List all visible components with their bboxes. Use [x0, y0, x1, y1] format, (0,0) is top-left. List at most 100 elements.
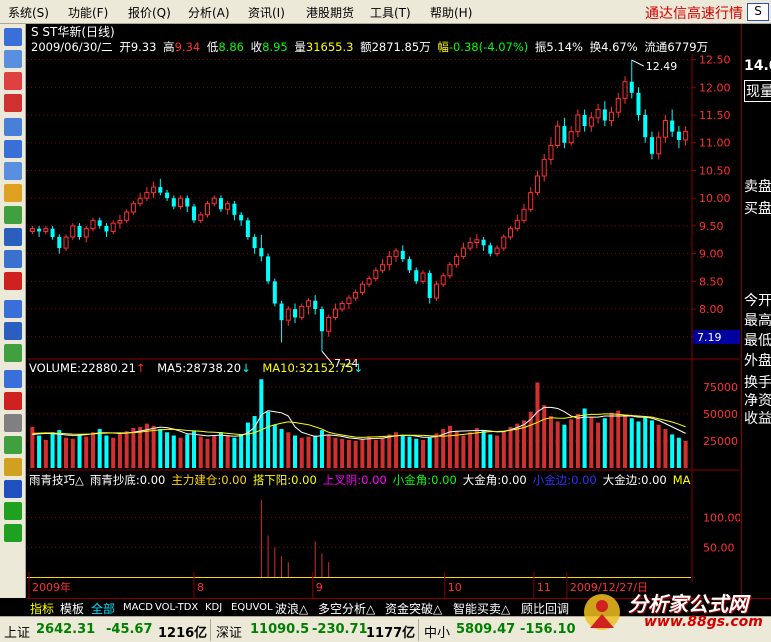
sh-index-change: -45.67: [106, 622, 153, 637]
candle-body-up: [144, 192, 150, 199]
tab-indicator[interactable]: 指标: [30, 600, 54, 617]
kline-icon[interactable]: [4, 94, 22, 112]
wave-icon[interactable]: [4, 300, 22, 318]
candle-body-up: [662, 120, 668, 138]
tab-vol-tdx[interactable]: VOL-TDX: [155, 602, 198, 613]
menu-analysis[interactable]: 分析(A): [188, 4, 230, 21]
volume-axis-labels: 75000 50000 25000: [703, 381, 738, 448]
bulletin-icon[interactable]: [4, 370, 22, 388]
candle-body-up: [595, 108, 601, 119]
menu-hk-futures[interactable]: 港股期货: [306, 4, 354, 21]
grid-icon[interactable]: [4, 162, 22, 180]
volume-bar-up: [616, 410, 621, 468]
detail-icon[interactable]: [4, 50, 22, 68]
panel-label-outer: 外盘: [744, 353, 771, 369]
tab-smart-trade[interactable]: 智能买卖△: [453, 600, 510, 617]
candle-body-up: [683, 131, 689, 141]
volume-bar-down: [232, 437, 237, 468]
tab-all[interactable]: 全部: [91, 600, 115, 617]
candle-body-down: [97, 220, 102, 226]
tab-gmma[interactable]: 顾比回调: [521, 600, 569, 617]
volume-bar-down: [165, 432, 170, 468]
tab-template[interactable]: 模板: [60, 600, 84, 617]
price-tick-label: 11.00: [699, 137, 731, 150]
quote-low: 8.86: [218, 40, 244, 54]
candlestick-series: [29, 59, 689, 364]
candle-body-up: [548, 144, 554, 160]
menu-quote[interactable]: 报价(Q): [128, 4, 171, 21]
news-icon[interactable]: [4, 250, 22, 268]
candle-body-down: [602, 109, 607, 121]
menu-tools[interactable]: 工具(T): [370, 4, 411, 21]
candle-body-down: [245, 220, 250, 237]
price-tick-label: 12.50: [699, 54, 731, 67]
indicator-spikes: [260, 499, 330, 577]
price-tick-label: 8.50: [699, 275, 724, 288]
pencil-icon[interactable]: [4, 458, 22, 476]
volume-bar-up: [495, 435, 500, 468]
price-tick-label: 9.50: [699, 220, 724, 233]
quote-volume-label: 量: [294, 40, 306, 54]
menu-system[interactable]: 系统(S): [8, 4, 49, 21]
volume-bar-down: [77, 434, 82, 468]
tab-capital-breakout[interactable]: 资金突破△: [385, 600, 442, 617]
price-tick-label: 11.50: [699, 109, 731, 122]
export-icon[interactable]: [4, 436, 22, 454]
indicator-icon[interactable]: [4, 344, 22, 362]
volume-bar-up: [212, 435, 217, 468]
chart-canvas[interactable]: S ST华新(日线) 2009/06/30/二 开9.33 高9.34 低8.8…: [27, 24, 740, 598]
candle-body-up: [151, 186, 157, 194]
arrow-up-icon[interactable]: [4, 502, 22, 520]
price-tick-label: 8.00: [699, 303, 724, 316]
volume-bar-up: [434, 433, 439, 468]
candle-body-down: [643, 114, 648, 138]
line-chart-icon[interactable]: [4, 72, 22, 90]
candle-body-up: [332, 308, 338, 318]
quote-list-icon[interactable]: [4, 28, 22, 46]
volume-tick-label: 50000: [703, 408, 738, 421]
tool-icon[interactable]: [4, 414, 22, 432]
indicator-header-item: MA: [673, 473, 691, 487]
volume-bar-down: [239, 434, 244, 468]
candle-body-down: [629, 81, 634, 93]
time-tick-label: 2009年: [32, 580, 71, 594]
arrow-down-icon[interactable]: [4, 524, 22, 542]
candle-body-up: [124, 211, 130, 221]
rsi-icon[interactable]: [4, 322, 22, 340]
menu-function[interactable]: 功能(F): [68, 4, 108, 21]
tab-equvol[interactable]: EQUVOL: [231, 602, 273, 613]
candle-body-up: [609, 111, 615, 122]
volume-bar-up: [205, 438, 210, 468]
volume-bar-up: [225, 435, 230, 468]
kline-chart-area[interactable]: S ST华新(日线) 2009/06/30/二 开9.33 高9.34 低8.8…: [27, 24, 740, 598]
tab-wave[interactable]: 波浪△: [275, 600, 308, 617]
menu-news[interactable]: 资讯(I): [248, 4, 285, 21]
ma5-line: [32, 406, 686, 440]
f10-icon[interactable]: [4, 272, 22, 290]
indicator-tick-label: 100.00: [703, 512, 740, 525]
finance-icon[interactable]: [4, 392, 22, 410]
candle-body-up: [501, 236, 507, 249]
time-tick-label: 8: [197, 581, 204, 594]
tab-kdj[interactable]: KDJ: [205, 602, 222, 613]
volume-bar-up: [353, 440, 358, 468]
volume-bar-up: [138, 426, 143, 468]
move-icon[interactable]: [4, 480, 22, 498]
report-icon[interactable]: [4, 140, 22, 158]
indicator-header-item: 搭下阳:0.00: [253, 473, 317, 487]
watermark-logo: 分析家公式网 www.88gs.com: [572, 586, 771, 642]
tab-macd[interactable]: MACD: [123, 602, 153, 613]
system-button[interactable]: S: [747, 3, 769, 21]
tab-bull-bear[interactable]: 多空分析△: [318, 600, 375, 617]
volume-bar-up: [387, 434, 392, 468]
indicator-header: 雨青技巧△ 雨青抄底:0.00 主力建仓:0.00 搭下阳:0.00 上叉阴:0.00 小…: [29, 473, 691, 487]
table-icon[interactable]: [4, 118, 22, 136]
volume-bar-down: [629, 418, 634, 468]
panel-label-net-assets: 净资: [744, 393, 771, 409]
chart-switch-icon[interactable]: [4, 228, 22, 246]
volume-bar-up: [569, 419, 574, 468]
folder-icon[interactable]: [4, 184, 22, 202]
menu-help[interactable]: 帮助(H): [430, 4, 472, 21]
users-icon[interactable]: [4, 206, 22, 224]
quote-float-label: 流通: [644, 40, 667, 54]
